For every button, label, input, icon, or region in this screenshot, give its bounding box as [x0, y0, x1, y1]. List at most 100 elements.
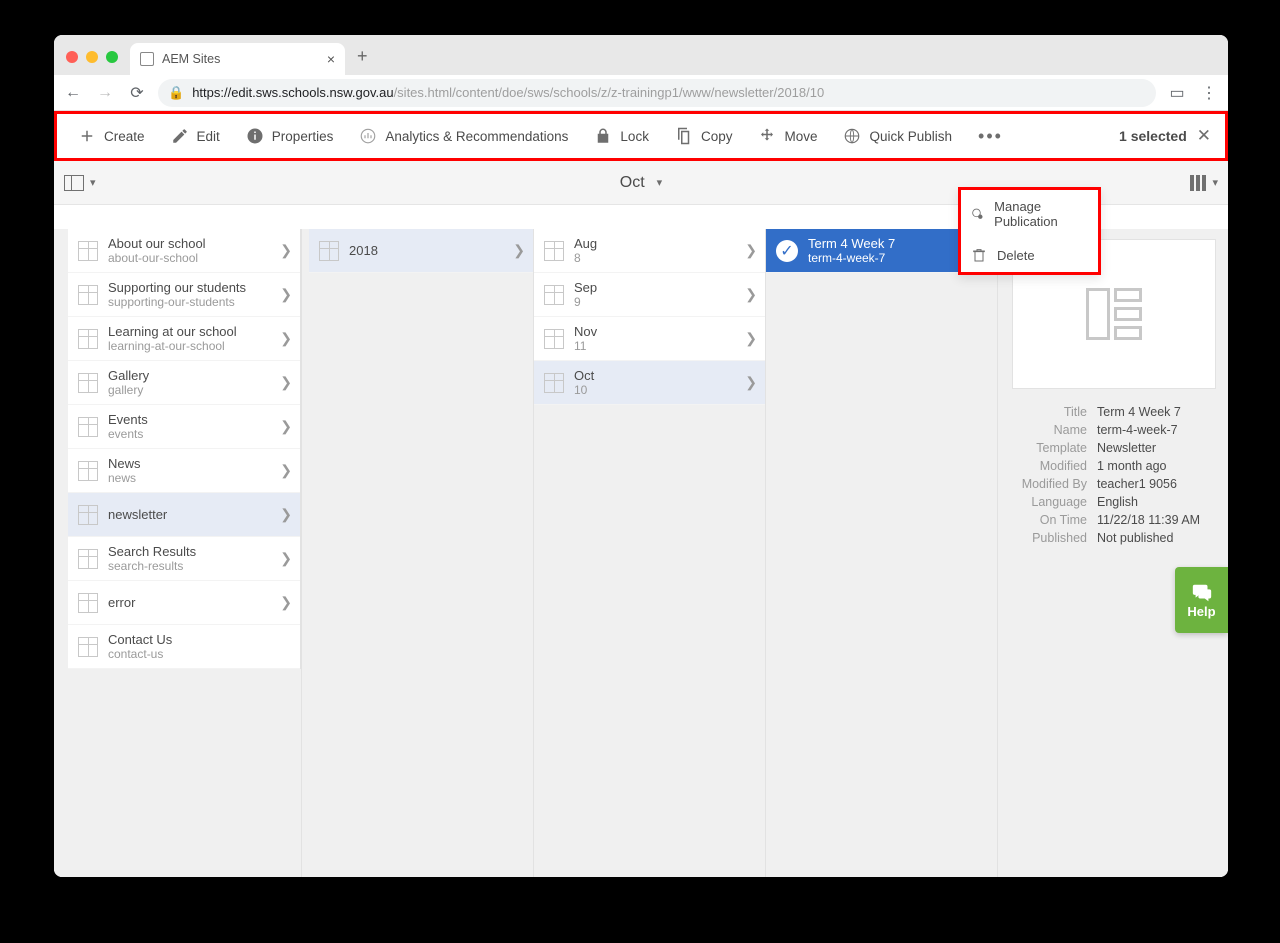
manage-publication-item[interactable]: Manage Publication — [961, 190, 1098, 238]
list-item[interactable]: Aug8❯ — [534, 229, 765, 273]
chevron-right-icon: ❯ — [280, 594, 292, 611]
properties-button[interactable]: Properties — [233, 114, 347, 158]
item-title: News — [108, 456, 280, 471]
delete-item[interactable]: Delete — [961, 238, 1098, 272]
lock-icon — [594, 127, 612, 145]
list-item[interactable]: Contact Uscontact-us — [68, 625, 300, 669]
maximize-window[interactable] — [106, 51, 118, 63]
chrome-menu-icon[interactable]: ⋮ — [1198, 83, 1220, 103]
create-button[interactable]: Create — [65, 114, 158, 158]
item-name: 8 — [574, 251, 745, 265]
chevron-right-icon: ❯ — [745, 330, 757, 347]
item-name: contact-us — [108, 647, 292, 661]
reload-button[interactable]: ⟳ — [126, 83, 148, 103]
page-icon — [78, 417, 98, 437]
item-name: events — [108, 427, 280, 441]
lock-icon: 🔒 — [168, 85, 184, 101]
item-title: Learning at our school — [108, 324, 280, 339]
check-icon: ✓ — [776, 240, 798, 262]
chevron-right-icon: ❯ — [280, 374, 292, 391]
page-icon — [78, 241, 98, 261]
clear-selection-icon[interactable]: ✕ — [1191, 126, 1217, 146]
quick-publish-button[interactable]: Quick Publish — [830, 114, 965, 158]
item-name: learning-at-our-school — [108, 339, 280, 353]
list-item[interactable]: error❯ — [68, 581, 300, 625]
item-title: Gallery — [108, 368, 280, 383]
page-metadata: TitleTerm 4 Week 7 Nameterm-4-week-7 Tem… — [1012, 403, 1216, 547]
chart-icon — [359, 127, 377, 145]
newsletter-icon — [1086, 288, 1142, 340]
page-icon — [544, 329, 564, 349]
copy-button[interactable]: Copy — [662, 114, 746, 158]
list-item[interactable]: About our schoolabout-our-school❯ — [68, 229, 300, 273]
item-name: search-results — [108, 559, 280, 573]
page-icon — [78, 637, 98, 657]
analytics-button[interactable]: Analytics & Recommendations — [346, 114, 581, 158]
minimize-window[interactable] — [86, 51, 98, 63]
close-window[interactable] — [66, 51, 78, 63]
list-item[interactable]: 2018❯ — [309, 229, 533, 273]
address-field[interactable]: 🔒 https://edit.sws.schools.nsw.gov.au/si… — [158, 79, 1156, 107]
new-tab-button[interactable]: + — [357, 46, 368, 67]
tab-title: AEM Sites — [162, 52, 220, 66]
list-item[interactable]: Eventsevents❯ — [68, 405, 300, 449]
chevron-right-icon: ❯ — [280, 286, 292, 303]
close-tab-icon[interactable]: × — [327, 51, 335, 67]
page-icon — [140, 52, 154, 66]
ellipsis-icon: ••• — [978, 126, 1002, 147]
column-1: About our schoolabout-our-school❯Support… — [68, 229, 301, 669]
list-item[interactable]: newsletter❯ — [68, 493, 300, 537]
item-title: Sep — [574, 280, 745, 295]
action-bar: Create Edit Properties Analytics & Recom… — [54, 111, 1228, 161]
item-title: newsletter — [108, 507, 280, 522]
extensions-icon[interactable]: ▭ — [1166, 83, 1188, 103]
chevron-right-icon: ❯ — [280, 330, 292, 347]
list-item[interactable]: Gallerygallery❯ — [68, 361, 300, 405]
list-item[interactable]: Supporting our studentssupporting-our-st… — [68, 273, 300, 317]
page-icon — [78, 505, 98, 525]
item-name: news — [108, 471, 280, 485]
item-title: About our school — [108, 236, 280, 251]
chevron-right-icon: ❯ — [280, 462, 292, 479]
list-item[interactable]: Learning at our schoollearning-at-our-sc… — [68, 317, 300, 361]
url-path: /sites.html/content/doe/sws/schools/z/z-… — [394, 85, 825, 100]
item-title: Events — [108, 412, 280, 427]
page-icon — [319, 241, 339, 261]
rail-toggle[interactable]: ▾ — [64, 175, 96, 191]
view-switcher[interactable]: ▾ — [1190, 175, 1218, 191]
selection-count: 1 selected — [1119, 128, 1187, 144]
item-title: Supporting our students — [108, 280, 280, 295]
item-title: Nov — [574, 324, 745, 339]
page-icon — [78, 329, 98, 349]
column-view: About our schoolabout-our-school❯Support… — [54, 229, 1228, 877]
page-icon — [78, 549, 98, 569]
chevron-down-icon: ▾ — [657, 176, 663, 189]
chevron-down-icon: ▾ — [1212, 176, 1218, 189]
breadcrumb[interactable]: Oct ▾ — [620, 174, 662, 192]
globe-gear-icon — [971, 206, 984, 222]
list-item[interactable]: Oct10❯ — [534, 361, 765, 405]
move-button[interactable]: Move — [745, 114, 830, 158]
columns-icon — [1190, 175, 1206, 191]
browser-tab[interactable]: AEM Sites × — [130, 43, 345, 75]
item-name: supporting-our-students — [108, 295, 280, 309]
list-item[interactable]: Search Resultssearch-results❯ — [68, 537, 300, 581]
item-title: Oct — [574, 368, 745, 383]
list-item[interactable]: Nov11❯ — [534, 317, 765, 361]
back-button[interactable]: ← — [62, 84, 84, 102]
list-item[interactable]: Sep9❯ — [534, 273, 765, 317]
help-button[interactable]: Help — [1175, 567, 1228, 633]
page-icon — [544, 241, 564, 261]
page-icon — [78, 461, 98, 481]
edit-button[interactable]: Edit — [158, 114, 233, 158]
item-name: 10 — [574, 383, 745, 397]
more-actions-button[interactable]: ••• — [965, 114, 1015, 158]
page-icon — [544, 373, 564, 393]
forward-button[interactable]: → — [94, 84, 116, 102]
info-icon — [246, 127, 264, 145]
item-name: gallery — [108, 383, 280, 397]
list-item[interactable]: Newsnews❯ — [68, 449, 300, 493]
item-title: 2018 — [349, 243, 513, 258]
lock-button[interactable]: Lock — [581, 114, 662, 158]
chevron-right-icon: ❯ — [745, 242, 757, 259]
